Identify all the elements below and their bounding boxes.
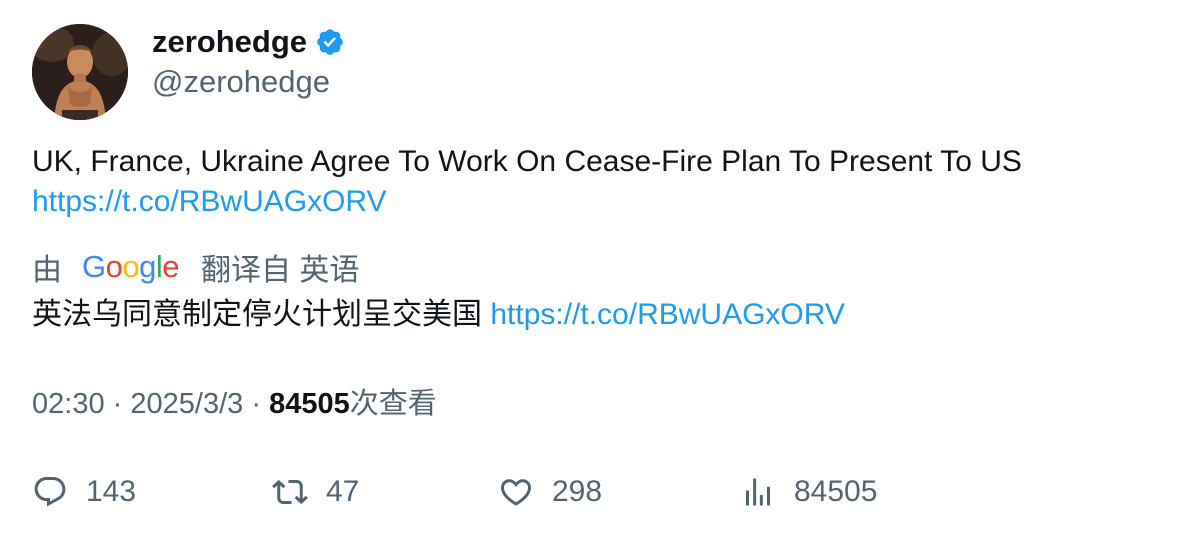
views-button[interactable]: 84505: [740, 470, 877, 514]
avatar-image: [32, 24, 128, 120]
analytics-icon: [746, 478, 770, 506]
tweet-text: UK, France, Ukraine Agree To Work On Cea…: [32, 145, 1022, 178]
retweet-count: 47: [326, 475, 360, 508]
tweet-body: UK, France, Ukraine Agree To Work On Cea…: [32, 142, 1162, 222]
author-display-name[interactable]: zerohedge: [152, 22, 307, 62]
verified-badge-icon[interactable]: [315, 27, 345, 57]
reply-count: 143: [86, 475, 137, 508]
reply-icon: [34, 477, 66, 507]
translated-tweet: 英法乌同意制定停火计划呈交美国 https://t.co/RBwUAGxORV: [32, 294, 1162, 336]
heart-icon: [500, 479, 532, 506]
views-action-count: 84505: [794, 475, 878, 508]
translation-source-language: 翻译自 英语: [201, 254, 360, 287]
translation-attribution: 由 Google 翻译自 英语: [32, 246, 359, 288]
author-handle[interactable]: @zerohedge: [152, 62, 330, 102]
views-count: 84505: [269, 388, 350, 420]
retweet-icon: [272, 479, 308, 505]
author-avatar[interactable]: [32, 24, 128, 120]
tweet-link[interactable]: https://t.co/RBwUAGxORV: [32, 185, 387, 218]
google-logo[interactable]: Google: [82, 249, 180, 285]
meta-separator: ·: [251, 388, 261, 420]
tweet-actions: 143 47 298 84505: [32, 470, 1162, 514]
tweet-date[interactable]: 2025/3/3: [130, 388, 243, 420]
like-button[interactable]: 298: [498, 470, 602, 514]
translation-prefix: 由: [32, 254, 62, 287]
meta-separator: ·: [112, 388, 123, 420]
retweet-button[interactable]: 47: [272, 470, 359, 514]
like-count: 298: [552, 475, 603, 508]
translated-link[interactable]: https://t.co/RBwUAGxORV: [490, 298, 845, 331]
tweet-time[interactable]: 02:30: [32, 388, 105, 420]
reply-button[interactable]: 143: [32, 470, 136, 514]
translated-text: 英法乌同意制定停火计划呈交美国: [32, 298, 482, 331]
author-name-row: zerohedge: [152, 22, 345, 62]
views-label: 次查看: [349, 388, 437, 420]
tweet-meta: 02:30 · 2025/3/3 · 84505次查看: [32, 384, 437, 424]
